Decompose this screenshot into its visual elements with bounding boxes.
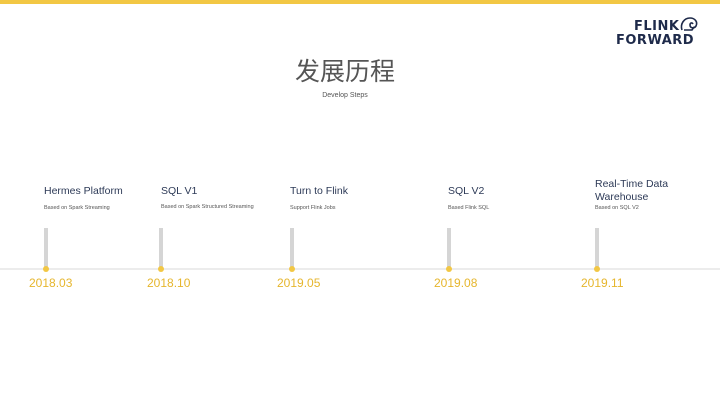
timeline-stem [595,228,599,268]
step-desc-turn-to-flink: Support Flink Jobs [290,205,336,211]
timeline-dot [289,266,295,272]
timeline-dot [43,266,49,272]
timeline-dot [594,266,600,272]
step-title-sql-v2: SQL V2 [448,185,485,197]
step-year-2019-05: 2019.05 [277,276,321,290]
timeline-axis [0,268,720,270]
top-accent-bar [0,0,720,4]
timeline-stem [44,228,48,268]
page-title: 发展历程 [294,57,395,86]
step-desc-hermes-platform: Based on Spark Streaming [44,205,110,211]
logo-text-flink: FLINK [634,19,680,34]
step-desc-sql-v2: Based Flink SQL [448,205,490,211]
timeline-stem [290,228,294,268]
timeline-dot [158,266,164,272]
squirrel-icon [680,17,698,31]
page-subtitle: Develop Steps [322,92,368,99]
step-title-sql-v1: SQL V1 [161,185,198,197]
logo-text-forward: FORWARD [616,33,695,48]
step-title-hermes-platform: Hermes Platform [44,185,123,197]
timeline-dot [446,266,452,272]
timeline-stem [447,228,451,268]
step-year-2018-03: 2018.03 [29,276,73,290]
step-year-2019-11: 2019.11 [581,276,624,290]
timeline-stem [159,228,163,268]
step-desc-sql-v1: Based on Spark Structured Streaming [161,204,254,210]
step-title-turn-to-flink: Turn to Flink [290,185,348,197]
flink-forward-logo: FLINK FORWARD [614,14,704,50]
step-title-real-time-data-warehouse: Real-Time Data Warehouse [595,178,669,203]
step-year-2018-10: 2018.10 [147,276,191,290]
step-year-2019-08: 2019.08 [434,276,478,290]
step-desc-real-time-data-warehouse: Based on SQL V2 [595,205,639,211]
